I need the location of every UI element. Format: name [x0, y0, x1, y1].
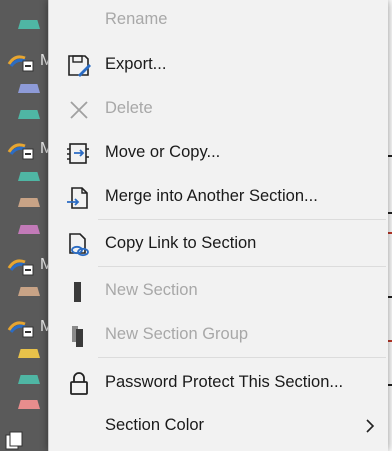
move-copy-icon	[67, 143, 89, 164]
section-group-icon[interactable]	[7, 318, 37, 338]
menu-item-label: Copy Link to Section	[105, 234, 257, 252]
menu-item-section-color[interactable]: Section Color	[49, 407, 388, 445]
section-group-icon[interactable]	[7, 256, 37, 276]
menu-separator	[98, 357, 386, 358]
section-list-strip: M M M M	[0, 0, 53, 451]
section-tab[interactable]	[18, 110, 40, 119]
menu-item-label: New Section	[105, 281, 198, 299]
menu-item-merge[interactable]: Merge into Another Section...	[49, 178, 388, 216]
menu-item-label: Export...	[105, 55, 167, 73]
menu-item-rename[interactable]: Rename	[49, 1, 388, 39]
section-tab[interactable]	[18, 172, 40, 181]
section-group-icon[interactable]	[7, 52, 37, 72]
context-menu: Rename Export... Delete Move or Copy...	[48, 0, 388, 451]
menu-item-label: Merge into Another Section...	[105, 187, 318, 205]
menu-item-label: Rename	[105, 10, 168, 28]
chevron-right-icon	[366, 419, 375, 433]
menu-item-label: Delete	[105, 99, 153, 117]
section-group-icon	[72, 326, 83, 347]
menu-item-label: Password Protect This Section...	[105, 373, 344, 391]
menu-item-password[interactable]: Password Protect This Section...	[49, 364, 388, 402]
new-section-icon	[74, 282, 81, 302]
quick-notes-icon[interactable]	[4, 431, 52, 451]
section-tab[interactable]	[18, 375, 40, 384]
menu-item-export[interactable]: Export...	[49, 46, 388, 84]
section-tab[interactable]	[18, 225, 40, 234]
save-pen-icon	[68, 55, 91, 77]
section-tab[interactable]	[18, 198, 40, 207]
menu-separator	[98, 219, 386, 220]
lock-icon	[70, 372, 88, 395]
section-group-icon[interactable]	[7, 140, 37, 160]
x-icon	[70, 101, 88, 119]
menu-separator	[98, 266, 386, 267]
menu-item-label: New Section Group	[105, 325, 249, 343]
menu-item-label: Move or Copy...	[105, 143, 221, 161]
section-tab[interactable]	[18, 287, 40, 296]
section-tab[interactable]	[18, 20, 40, 29]
section-tab[interactable]	[18, 400, 40, 409]
menu-item-move-copy[interactable]: Move or Copy...	[49, 134, 388, 172]
menu-item-label: Section Color	[105, 416, 205, 434]
section-tab[interactable]	[18, 84, 40, 93]
menu-item-delete[interactable]: Delete	[49, 90, 388, 128]
menu-item-new-section-group[interactable]: New Section Group	[49, 316, 388, 354]
link-icon	[69, 233, 89, 257]
merge-icon	[67, 187, 88, 209]
section-tab[interactable]	[18, 349, 40, 358]
menu-item-new-section[interactable]: New Section	[49, 272, 388, 310]
menu-item-copy-link[interactable]: Copy Link to Section	[49, 225, 388, 263]
